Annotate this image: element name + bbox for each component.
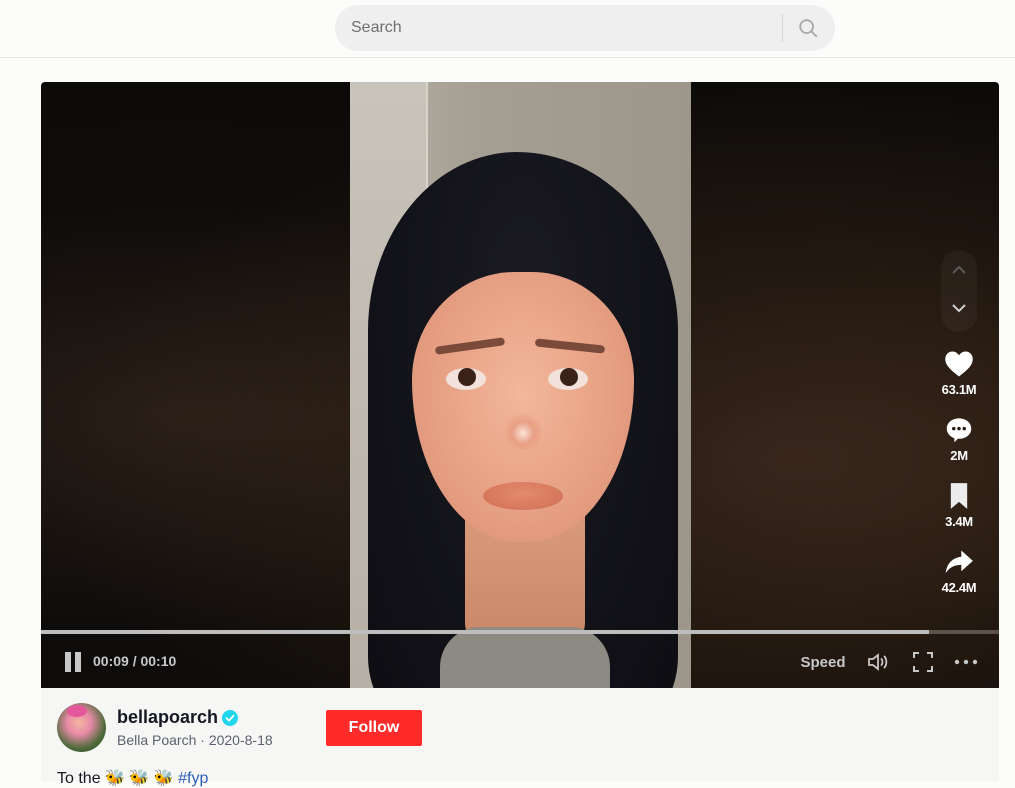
volume-icon — [868, 653, 888, 671]
heart-icon — [945, 351, 973, 377]
search-button[interactable] — [789, 9, 827, 47]
comment-count: 2M — [950, 448, 968, 463]
chevron-down-icon — [952, 304, 966, 313]
more-icon — [954, 659, 978, 665]
chevron-up-icon — [952, 265, 966, 274]
video-subject-nose — [505, 412, 541, 450]
caption: To the 🐝 🐝 🐝 #fyp — [57, 768, 208, 788]
search-bar — [335, 5, 835, 51]
more-options-button[interactable] — [951, 649, 981, 675]
player-controls: 00:09 / 00:10 Speed — [41, 642, 999, 682]
video-subject-eye-right — [548, 368, 588, 390]
search-divider — [782, 14, 783, 42]
video-nav-pill — [941, 250, 977, 332]
share-count: 42.4M — [941, 580, 977, 595]
pause-button[interactable] — [63, 650, 83, 674]
fullscreen-button[interactable] — [911, 649, 935, 675]
share-icon — [945, 550, 973, 573]
avatar[interactable] — [57, 703, 106, 752]
verified-badge-icon — [222, 709, 239, 726]
progress-fill — [41, 630, 930, 634]
author-subline: Bella Poarch · 2020-8-18 — [117, 732, 273, 748]
username-row: bellapoarch — [117, 707, 239, 728]
share-button[interactable]: 42.4M — [929, 548, 989, 595]
comment-button[interactable]: 2M — [929, 416, 989, 463]
search-icon — [799, 19, 818, 38]
pause-icon — [63, 652, 83, 672]
fullscreen-icon — [913, 652, 933, 672]
next-video-button[interactable] — [947, 296, 971, 320]
comment-icon — [946, 418, 972, 443]
time-display: 00:09 / 00:10 — [93, 653, 177, 669]
follow-button[interactable]: Follow — [326, 710, 422, 746]
hashtag-link[interactable]: #fyp — [178, 770, 208, 787]
video-info: bellapoarch Bella Poarch · 2020-8-18 Fol… — [41, 688, 999, 787]
video-player[interactable]: 63.1M 2M 3.4M 42.4M 00:09 / 00:10 Speed — [41, 82, 999, 688]
username[interactable]: bellapoarch — [117, 707, 218, 728]
speed-button[interactable]: Speed — [793, 650, 853, 674]
like-button[interactable]: 63.1M — [929, 350, 989, 397]
video-subject-eye-left — [446, 368, 486, 390]
previous-video-button[interactable] — [947, 258, 971, 282]
progress-bar[interactable] — [41, 630, 999, 634]
caption-text: To the 🐝 🐝 🐝 — [57, 770, 174, 787]
like-count: 63.1M — [941, 382, 977, 397]
search-input[interactable] — [351, 5, 771, 51]
top-bar — [0, 0, 1015, 58]
save-button[interactable]: 3.4M — [929, 482, 989, 529]
volume-button[interactable] — [865, 649, 893, 675]
save-count: 3.4M — [945, 514, 973, 529]
video-subject-lips — [483, 482, 563, 510]
bookmark-icon — [950, 483, 968, 509]
video-frame[interactable] — [350, 82, 691, 688]
